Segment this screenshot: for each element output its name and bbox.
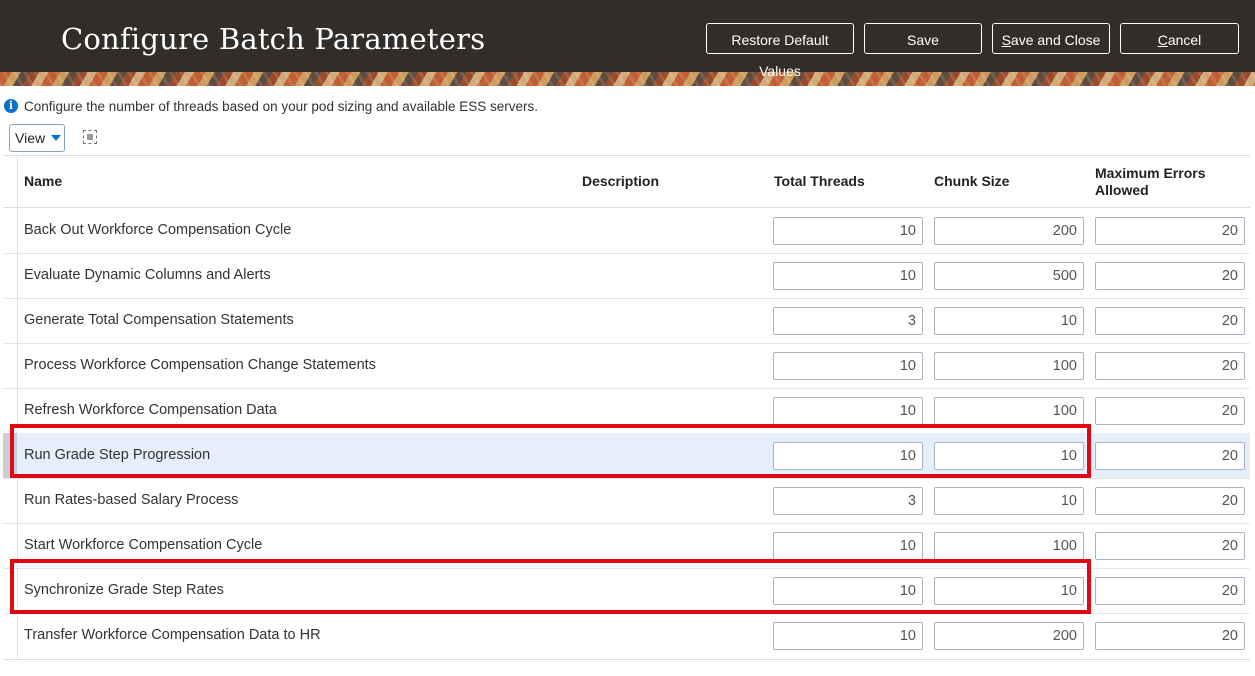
maximum-errors-input[interactable]: 20 (1095, 442, 1245, 470)
chunk-size-input[interactable]: 100 (934, 532, 1084, 560)
row-name: Generate Total Compensation Statements (24, 312, 294, 328)
save-button[interactable]: Save (864, 23, 982, 54)
info-text: Configure the number of threads based on… (24, 98, 539, 114)
table-row[interactable]: Transfer Workforce Compensation Data to … (3, 613, 1250, 658)
row-name: Process Workforce Compensation Change St… (24, 357, 376, 373)
maximum-errors-input[interactable]: 20 (1095, 532, 1245, 560)
maximum-errors-input[interactable]: 20 (1095, 487, 1245, 515)
chevron-down-icon (51, 135, 62, 141)
save-and-close-label: ave and Close (1010, 32, 1101, 48)
maximum-errors-input[interactable]: 20 (1095, 622, 1245, 650)
table-row[interactable]: Start Workforce Compensation Cycle 10 10… (3, 523, 1250, 569)
row-name: Start Workforce Compensation Cycle (24, 537, 263, 553)
page-header: Configure Batch Parameters Restore Defau… (0, 0, 1255, 86)
maximum-errors-input[interactable]: 20 (1095, 307, 1245, 335)
row-selection-indicator (3, 433, 17, 478)
table-row[interactable]: Run Rates-based Salary Process 3 10 20 (3, 478, 1250, 524)
total-threads-input[interactable]: 10 (773, 217, 923, 245)
total-threads-input[interactable]: 10 (773, 397, 923, 425)
maximum-errors-input[interactable]: 20 (1095, 217, 1245, 245)
page-title: Configure Batch Parameters (61, 22, 486, 56)
total-threads-input[interactable]: 10 (773, 622, 923, 650)
row-name: Evaluate Dynamic Columns and Alerts (24, 267, 271, 283)
row-name: Synchronize Grade Step Rates (24, 582, 224, 598)
column-header-chunk-size[interactable]: Chunk Size (934, 173, 1009, 190)
view-menu-label: View (15, 130, 46, 146)
cancel-accesskey: C (1157, 32, 1168, 48)
table-row-selected[interactable]: Run Grade Step Progression 10 10 20 (3, 433, 1250, 479)
maximum-errors-input[interactable]: 20 (1095, 577, 1245, 605)
table-row[interactable]: Process Workforce Compensation Change St… (3, 343, 1250, 389)
total-threads-input[interactable]: 10 (773, 577, 923, 605)
row-name: Run Rates-based Salary Process (24, 492, 239, 508)
save-and-close-button[interactable]: Save and Close (992, 23, 1110, 54)
cancel-button[interactable]: Cancel (1120, 23, 1239, 54)
batch-parameters-table: Name Description Total Threads Chunk Siz… (3, 155, 1250, 660)
detach-icon[interactable] (83, 130, 97, 144)
chunk-size-input[interactable]: 10 (934, 307, 1084, 335)
chunk-size-input[interactable]: 10 (934, 442, 1084, 470)
table-header: Name Description Total Threads Chunk Siz… (3, 156, 1250, 208)
header-decorative-pattern (0, 72, 1255, 86)
table-row[interactable]: Back Out Workforce Compensation Cycle 10… (3, 208, 1250, 254)
row-name: Back Out Workforce Compensation Cycle (24, 222, 292, 238)
info-message: i Configure the number of threads based … (4, 97, 538, 115)
save-and-close-accesskey: S (1001, 32, 1011, 48)
chunk-size-input[interactable]: 500 (934, 262, 1084, 290)
total-threads-input[interactable]: 10 (773, 352, 923, 380)
total-threads-input[interactable]: 10 (773, 262, 923, 290)
maximum-errors-input[interactable]: 20 (1095, 397, 1245, 425)
column-header-maximum-errors-line1: Maximum Errors (1095, 165, 1206, 181)
chunk-size-input[interactable]: 200 (934, 622, 1084, 650)
column-header-maximum-errors-line2: Allowed (1095, 182, 1149, 198)
chunk-size-input[interactable]: 200 (934, 217, 1084, 245)
total-threads-input[interactable]: 10 (773, 442, 923, 470)
cancel-label: ancel (1167, 32, 1202, 48)
info-icon: i (4, 99, 18, 113)
table-row[interactable]: Evaluate Dynamic Columns and Alerts 10 5… (3, 253, 1250, 299)
column-header-description[interactable]: Description (582, 173, 659, 190)
view-menu-button[interactable]: View (9, 124, 65, 152)
chunk-size-input[interactable]: 100 (934, 352, 1084, 380)
total-threads-input[interactable]: 3 (773, 487, 923, 515)
maximum-errors-input[interactable]: 20 (1095, 262, 1245, 290)
total-threads-input[interactable]: 10 (773, 532, 923, 560)
restore-default-values-button[interactable]: Restore Default Values (706, 23, 854, 79)
table-row[interactable]: Refresh Workforce Compensation Data 10 1… (3, 388, 1250, 434)
chunk-size-input[interactable]: 10 (934, 577, 1084, 605)
maximum-errors-input[interactable]: 20 (1095, 352, 1245, 380)
row-name: Refresh Workforce Compensation Data (24, 402, 277, 418)
column-header-total-threads[interactable]: Total Threads (774, 173, 865, 190)
total-threads-input[interactable]: 3 (773, 307, 923, 335)
table-row[interactable]: Generate Total Compensation Statements 3… (3, 298, 1250, 344)
row-name: Transfer Workforce Compensation Data to … (24, 627, 321, 643)
column-header-maximum-errors-allowed[interactable]: Maximum Errors Allowed (1095, 165, 1205, 199)
row-name: Run Grade Step Progression (24, 447, 211, 463)
table-row[interactable]: Synchronize Grade Step Rates 10 10 20 (3, 568, 1250, 614)
chunk-size-input[interactable]: 10 (934, 487, 1084, 515)
chunk-size-input[interactable]: 100 (934, 397, 1084, 425)
column-header-name[interactable]: Name (24, 173, 62, 190)
